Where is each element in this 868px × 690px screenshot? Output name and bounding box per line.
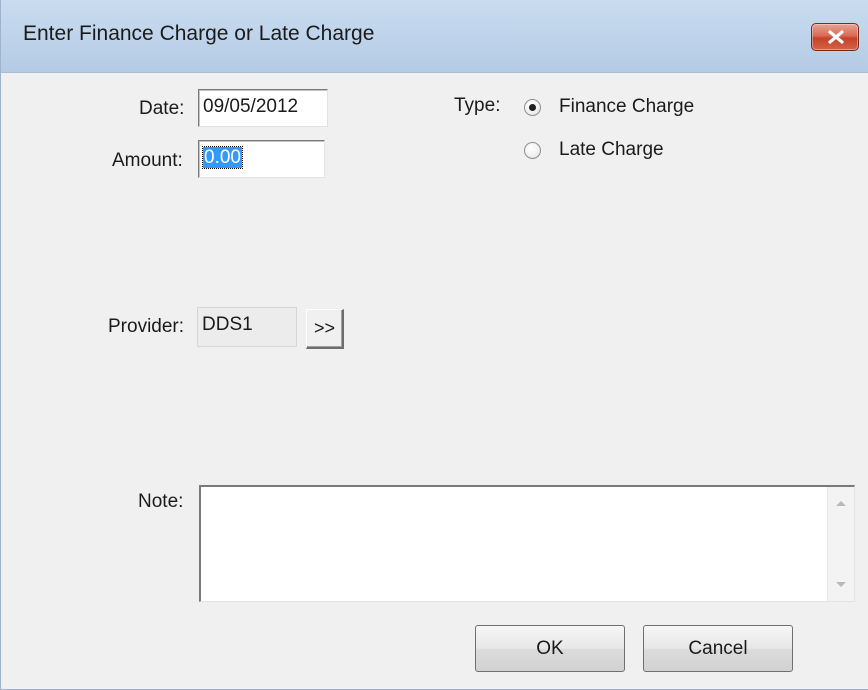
provider-field: DDS1 bbox=[197, 307, 297, 347]
amount-label: Amount: bbox=[112, 150, 183, 171]
provider-label: Provider: bbox=[108, 316, 185, 337]
provider-value: DDS1 bbox=[202, 314, 253, 335]
close-x-icon bbox=[828, 30, 844, 44]
ok-button[interactable]: OK bbox=[475, 625, 625, 672]
radio-button-icon bbox=[524, 99, 541, 116]
radio-finance-charge-label: Finance Charge bbox=[559, 96, 695, 117]
amount-value: 0.00 bbox=[202, 146, 243, 169]
radio-button-icon bbox=[524, 142, 541, 159]
close-button[interactable] bbox=[811, 23, 859, 51]
window-title: Enter Finance Charge or Late Charge bbox=[23, 22, 375, 45]
date-field[interactable]: 09/05/2012 bbox=[198, 89, 328, 127]
cancel-button[interactable]: Cancel bbox=[643, 625, 793, 672]
radio-late-charge[interactable]: Late Charge bbox=[524, 139, 744, 165]
date-value: 09/05/2012 bbox=[203, 96, 299, 117]
note-scrollbar[interactable] bbox=[827, 487, 854, 601]
scroll-up-arrow-icon[interactable] bbox=[835, 499, 847, 507]
dialog-body: Date: 09/05/2012 Amount: 0.00 Type: Fina… bbox=[1, 73, 868, 690]
radio-late-charge-label: Late Charge bbox=[559, 139, 664, 160]
type-label: Type: bbox=[454, 95, 501, 116]
dialog-window: Enter Finance Charge or Late Charge Date… bbox=[0, 0, 868, 690]
date-label: Date: bbox=[139, 98, 185, 119]
provider-pick-button[interactable]: >> bbox=[306, 309, 344, 349]
amount-field[interactable]: 0.00 bbox=[198, 140, 325, 178]
note-textarea[interactable] bbox=[199, 485, 855, 602]
radio-finance-charge[interactable]: Finance Charge bbox=[524, 96, 744, 122]
scroll-down-arrow-icon[interactable] bbox=[835, 581, 847, 589]
radio-selected-dot bbox=[529, 104, 536, 111]
title-bar[interactable]: Enter Finance Charge or Late Charge bbox=[1, 0, 868, 73]
note-label: Note: bbox=[138, 491, 184, 512]
